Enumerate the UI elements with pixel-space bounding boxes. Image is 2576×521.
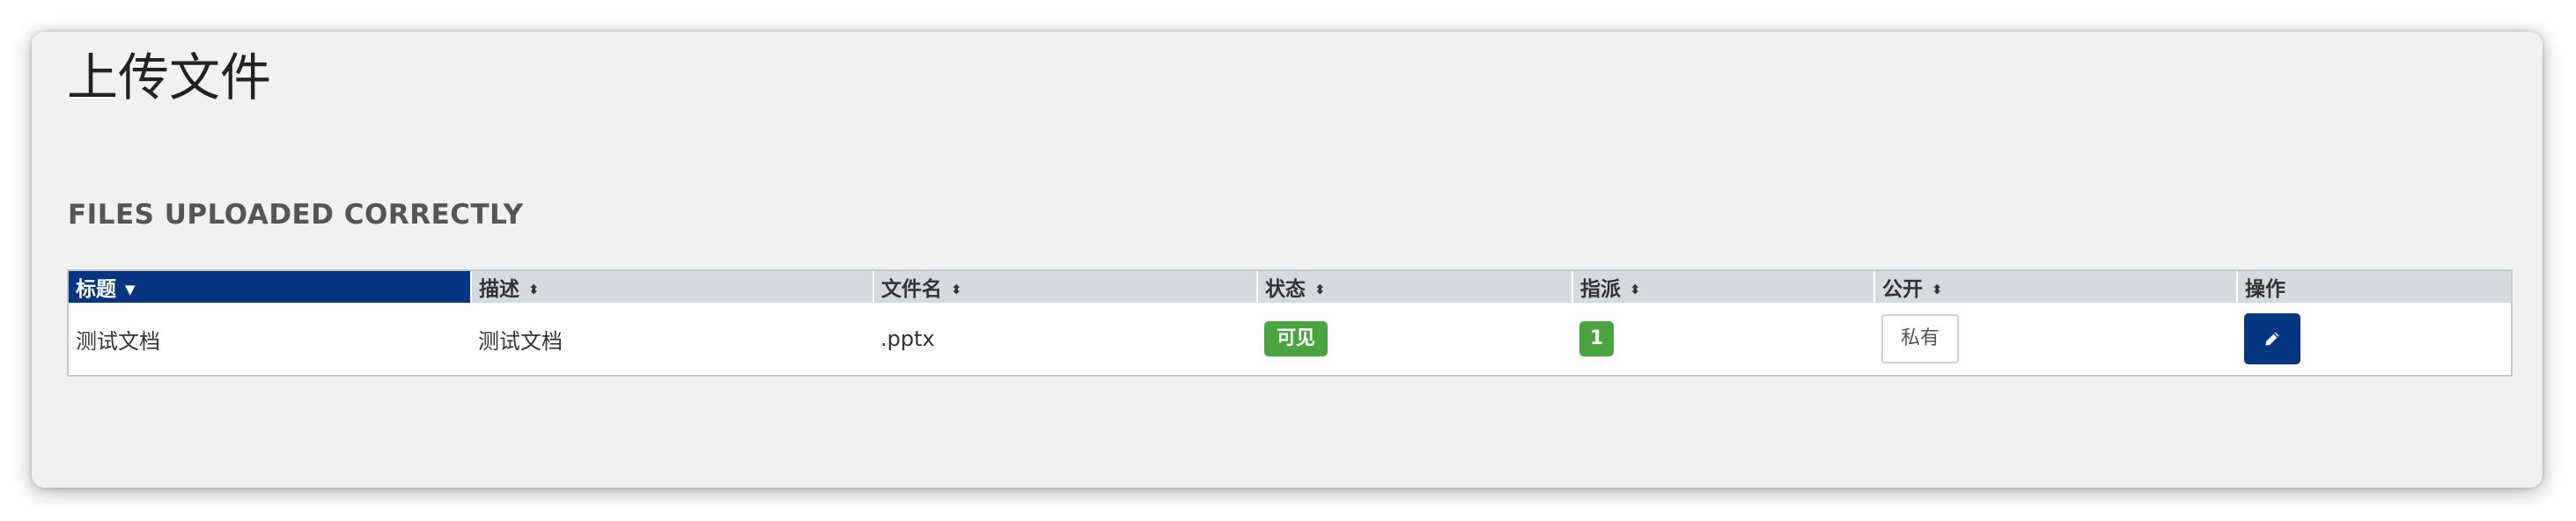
cell-description: 测试文档 bbox=[478, 328, 563, 354]
column-header-filename[interactable]: 文件名 ⬍ bbox=[873, 271, 1258, 303]
assigned-count-badge: 1 bbox=[1579, 321, 1615, 356]
column-header-label: 公开 bbox=[1882, 278, 1923, 301]
files-table-container: 标题 ▼ 描述 ⬍ 文件名 ⬍ 状态 ⬍ 指派 ⬍ 公开 ⬍ 操作 测试文档 测… bbox=[67, 269, 2513, 377]
cell-assigned: 1 bbox=[1572, 303, 1874, 375]
column-header-label: 文件名 bbox=[881, 278, 942, 301]
column-header-label: 指派 bbox=[1580, 278, 1621, 301]
column-header-assigned[interactable]: 指派 ⬍ bbox=[1572, 271, 1875, 303]
column-header-label: 描述 bbox=[479, 278, 519, 301]
column-header-label: 状态 bbox=[1265, 278, 1306, 301]
page-title: 上传文件 bbox=[67, 48, 272, 107]
column-header-description[interactable]: 描述 ⬍ bbox=[471, 271, 874, 303]
column-header-label: 操作 bbox=[2245, 278, 2285, 301]
cell-public: 私有 bbox=[1874, 303, 2237, 375]
sort-icon: ⬍ bbox=[528, 282, 540, 297]
pencil-icon bbox=[2265, 332, 2279, 346]
section-title: FILES UPLOADED CORRECTLY bbox=[68, 199, 524, 231]
sort-icon: ⬍ bbox=[1932, 282, 1943, 297]
column-header-title[interactable]: 标题 ▼ bbox=[69, 271, 472, 303]
private-toggle-button[interactable]: 私有 bbox=[1881, 314, 1960, 363]
table-row: 测试文档 测试文档 .pptx 可见 1 私有 bbox=[69, 303, 2511, 375]
cell-title: 测试文档 bbox=[76, 328, 160, 354]
sort-icon: ⬍ bbox=[1630, 282, 1641, 297]
cell-status: 可见 bbox=[1257, 303, 1572, 375]
main-panel: 上传文件 FILES UPLOADED CORRECTLY 标题 ▼ 描述 ⬍ bbox=[32, 32, 2543, 488]
sort-icon: ⬍ bbox=[1314, 282, 1326, 297]
table-header-row: 标题 ▼ 描述 ⬍ 文件名 ⬍ 状态 ⬍ 指派 ⬍ 公开 ⬍ 操作 bbox=[69, 271, 2511, 303]
edit-button[interactable] bbox=[2244, 313, 2300, 364]
sort-icon: ⬍ bbox=[951, 282, 962, 297]
status-badge: 可见 bbox=[1264, 321, 1328, 356]
column-header-label: 标题 bbox=[76, 278, 116, 301]
column-header-public[interactable]: 公开 ⬍ bbox=[1874, 271, 2238, 303]
cell-actions bbox=[2237, 303, 2511, 375]
column-header-status[interactable]: 状态 ⬍ bbox=[1257, 271, 1573, 303]
files-table: 标题 ▼ 描述 ⬍ 文件名 ⬍ 状态 ⬍ 指派 ⬍ 公开 ⬍ 操作 测试文档 测… bbox=[69, 271, 2511, 375]
cell-filename: .pptx bbox=[880, 327, 935, 351]
column-header-actions: 操作 bbox=[2237, 271, 2511, 303]
caret-down-icon: ▼ bbox=[125, 282, 136, 297]
